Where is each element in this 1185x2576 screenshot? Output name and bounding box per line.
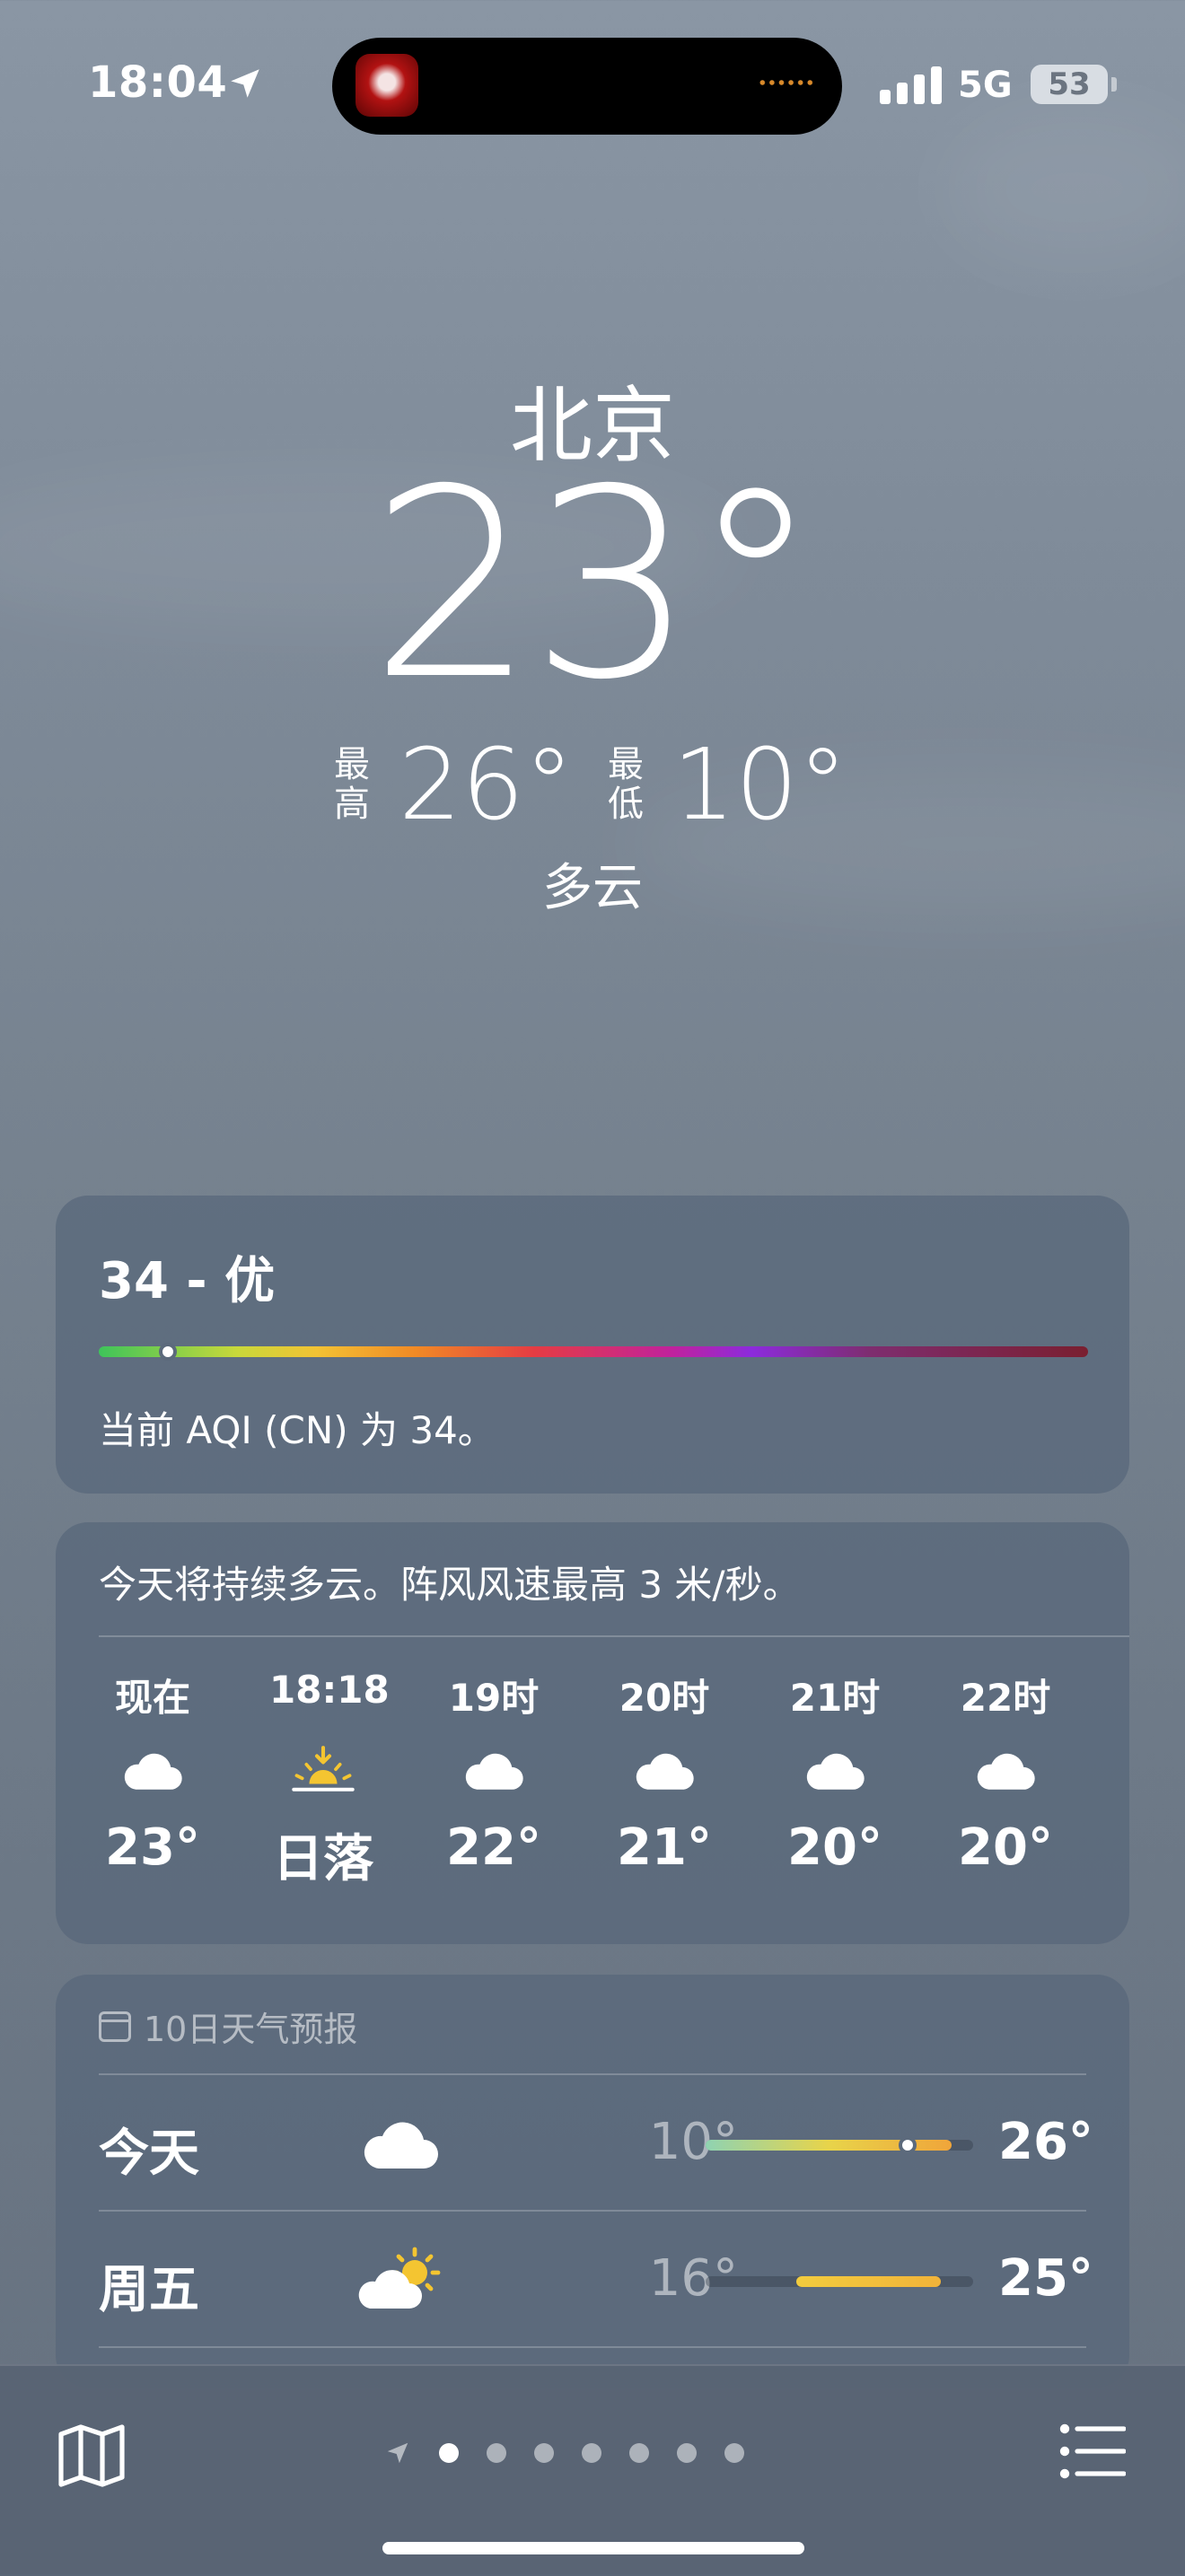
hour-label: 19时 [448,1676,540,1720]
hour-value: 19° [1122,1818,1129,1877]
hourly-summary: 今天将持续多云。阵风风速最高 3 米/秒。 [99,1563,801,1607]
home-indicator[interactable] [382,2542,804,2554]
cloud-icon [630,1745,698,1795]
ten-day-title: 10日天气预报 [144,2010,358,2049]
activity-dots-icon [758,79,815,86]
hour-value: 23° [105,1818,200,1877]
hour-value: 20° [787,1818,882,1877]
page-dot[interactable] [487,2443,506,2463]
battery-tip [1111,77,1117,92]
hour-label: 21时 [789,1676,881,1720]
aqi-marker [159,1343,178,1361]
cloud-icon [357,2109,443,2177]
temperature-range-bar [706,2136,973,2154]
hour-value: 20° [958,1818,1053,1877]
high-temperature: 26° [399,727,574,842]
map-icon[interactable] [56,2422,127,2490]
weather-condition: 多云 [542,859,643,917]
hourly-forecast-card[interactable]: 今天将持续多云。阵风风速最高 3 米/秒。 现在 23° 18:18 日落 19时 22°… [56,1522,1129,1944]
calendar-icon [99,2011,131,2042]
page-dot[interactable] [582,2443,601,2463]
ten-day-forecast-card[interactable]: 10日天气预报 今天 10° 26° 周五 16° 25° [56,1975,1129,2388]
hour-label: 23时 [1122,1668,1129,1722]
current-temp-marker [898,2136,917,2154]
cloud-icon [460,1745,528,1795]
hour-value: 日落 [273,1830,373,1888]
daily-row[interactable]: 今天 10° 26° [56,2075,1129,2210]
high-label: 最高 [334,744,371,825]
day-label: 今天 [99,2125,199,2183]
network-type: 5G [958,65,1013,106]
current-location-icon[interactable] [384,2440,411,2466]
page-dot[interactable] [724,2443,744,2463]
aqi-title: 34 - 优 [99,1252,276,1310]
list-icon[interactable] [1059,2423,1126,2479]
air-quality-card[interactable]: 34 - 优 当前 AQI (CN) 为 34。 [56,1196,1129,1494]
current-temperature: 23° [369,434,821,737]
divider [99,2346,1086,2348]
hour-label: 20时 [619,1676,710,1720]
high-temperature: 26° [998,2113,1093,2171]
dynamic-island[interactable] [332,38,842,135]
status-time: 18:04 [88,57,228,108]
high-temperature: 25° [998,2249,1093,2308]
hour-label: 18:18 [269,1668,390,1712]
page-indicator[interactable] [384,2440,744,2466]
location-arrow-icon [231,69,259,98]
sunset-icon [289,1745,357,1795]
temperature-range-bar [706,2276,973,2287]
page-dot[interactable] [629,2443,649,2463]
bottom-toolbar [0,2364,1185,2576]
signal-strength-icon [880,66,943,104]
app-thumbnail-icon[interactable] [356,54,418,117]
low-temperature: 10° [672,727,847,842]
page-dot[interactable] [534,2443,554,2463]
status-bar: 18:04 5G 53 [0,0,1185,162]
daily-row[interactable]: 周五 16° 25° [56,2212,1129,2346]
hour-value: 21° [617,1818,712,1877]
page-dot[interactable] [677,2443,697,2463]
day-label: 周五 [99,2261,199,2319]
cloud-icon [971,1745,1040,1795]
low-label: 最低 [608,744,644,825]
aqi-description: 当前 AQI (CN) 为 34。 [99,1408,496,1452]
hour-value: 22° [446,1818,541,1877]
cloud-icon [801,1745,869,1795]
ten-day-header: 10日天气预报 [99,2002,357,2051]
page-dot[interactable] [439,2443,459,2463]
temperature-range-fill [796,2276,942,2287]
divider [99,1635,1129,1637]
cloud-icon [118,1745,187,1795]
hour-label: 22时 [960,1676,1051,1720]
high-low: 最高 26° 最低 10° [0,727,1185,842]
partly-sunny-icon [357,2246,443,2314]
aqi-scale-bar [99,1343,1088,1361]
battery-level: 53 [1031,65,1108,104]
hour-label: 现在 [114,1676,190,1720]
